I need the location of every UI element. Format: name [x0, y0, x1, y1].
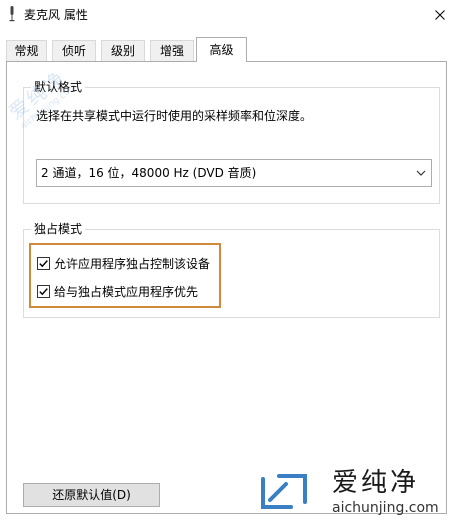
tab-levels[interactable]: 级别 — [101, 40, 145, 61]
aichunjing-logo-icon — [261, 474, 307, 509]
default-format-select[interactable]: 2 通道，16 位，48000 Hz (DVD 音质) — [36, 159, 432, 187]
default-format-group: 默认格式 选择在共享模式中运行时使用的采样频率和位深度。 2 通道，16 位，4… — [23, 80, 440, 204]
corner-watermark: 爱纯净 aichunjing.com — [256, 467, 456, 521]
checkmark-icon — [39, 260, 48, 268]
tab-listen[interactable]: 侦听 — [52, 40, 96, 61]
default-format-group-title: 默认格式 — [31, 80, 86, 94]
default-format-selected-value: 2 通道，16 位，48000 Hz (DVD 音质) — [41, 166, 257, 180]
tab-general[interactable]: 常规 — [6, 40, 47, 61]
give-exclusive-priority-checkbox[interactable] — [37, 285, 50, 298]
give-exclusive-priority-label: 给与独占模式应用程序优先 — [54, 285, 199, 299]
default-format-description: 选择在共享模式中运行时使用的采样频率和位深度。 — [36, 109, 313, 123]
restore-defaults-button[interactable]: 还原默认值(D) — [23, 483, 160, 507]
corner-watermark-text: 爱纯净 — [332, 468, 420, 498]
tab-advanced[interactable]: 高级 — [196, 37, 247, 62]
chevron-down-icon — [416, 170, 426, 176]
close-icon — [435, 10, 445, 20]
microphone-icon — [9, 6, 15, 22]
corner-watermark-url: aichunjing.com — [332, 500, 439, 516]
close-button[interactable] — [422, 0, 458, 30]
allow-exclusive-control-label: 允许应用程序独占控制该设备 — [54, 257, 211, 271]
exclusive-mode-group-title: 独占模式 — [31, 222, 86, 236]
exclusive-mode-group: 独占模式 允许应用程序独占控制该设备 给与独占模式应用程序优先 — [23, 222, 440, 318]
window-title: 麦克风 属性 — [24, 8, 88, 22]
advanced-tab-panel: 默认格式 选择在共享模式中运行时使用的采样频率和位深度。 2 通道，16 位，4… — [6, 61, 447, 514]
checkmark-icon — [39, 288, 48, 296]
tab-enhancements[interactable]: 增强 — [150, 40, 194, 61]
title-bar: 麦克风 属性 — [0, 0, 458, 30]
allow-exclusive-control-checkbox[interactable] — [37, 257, 50, 270]
